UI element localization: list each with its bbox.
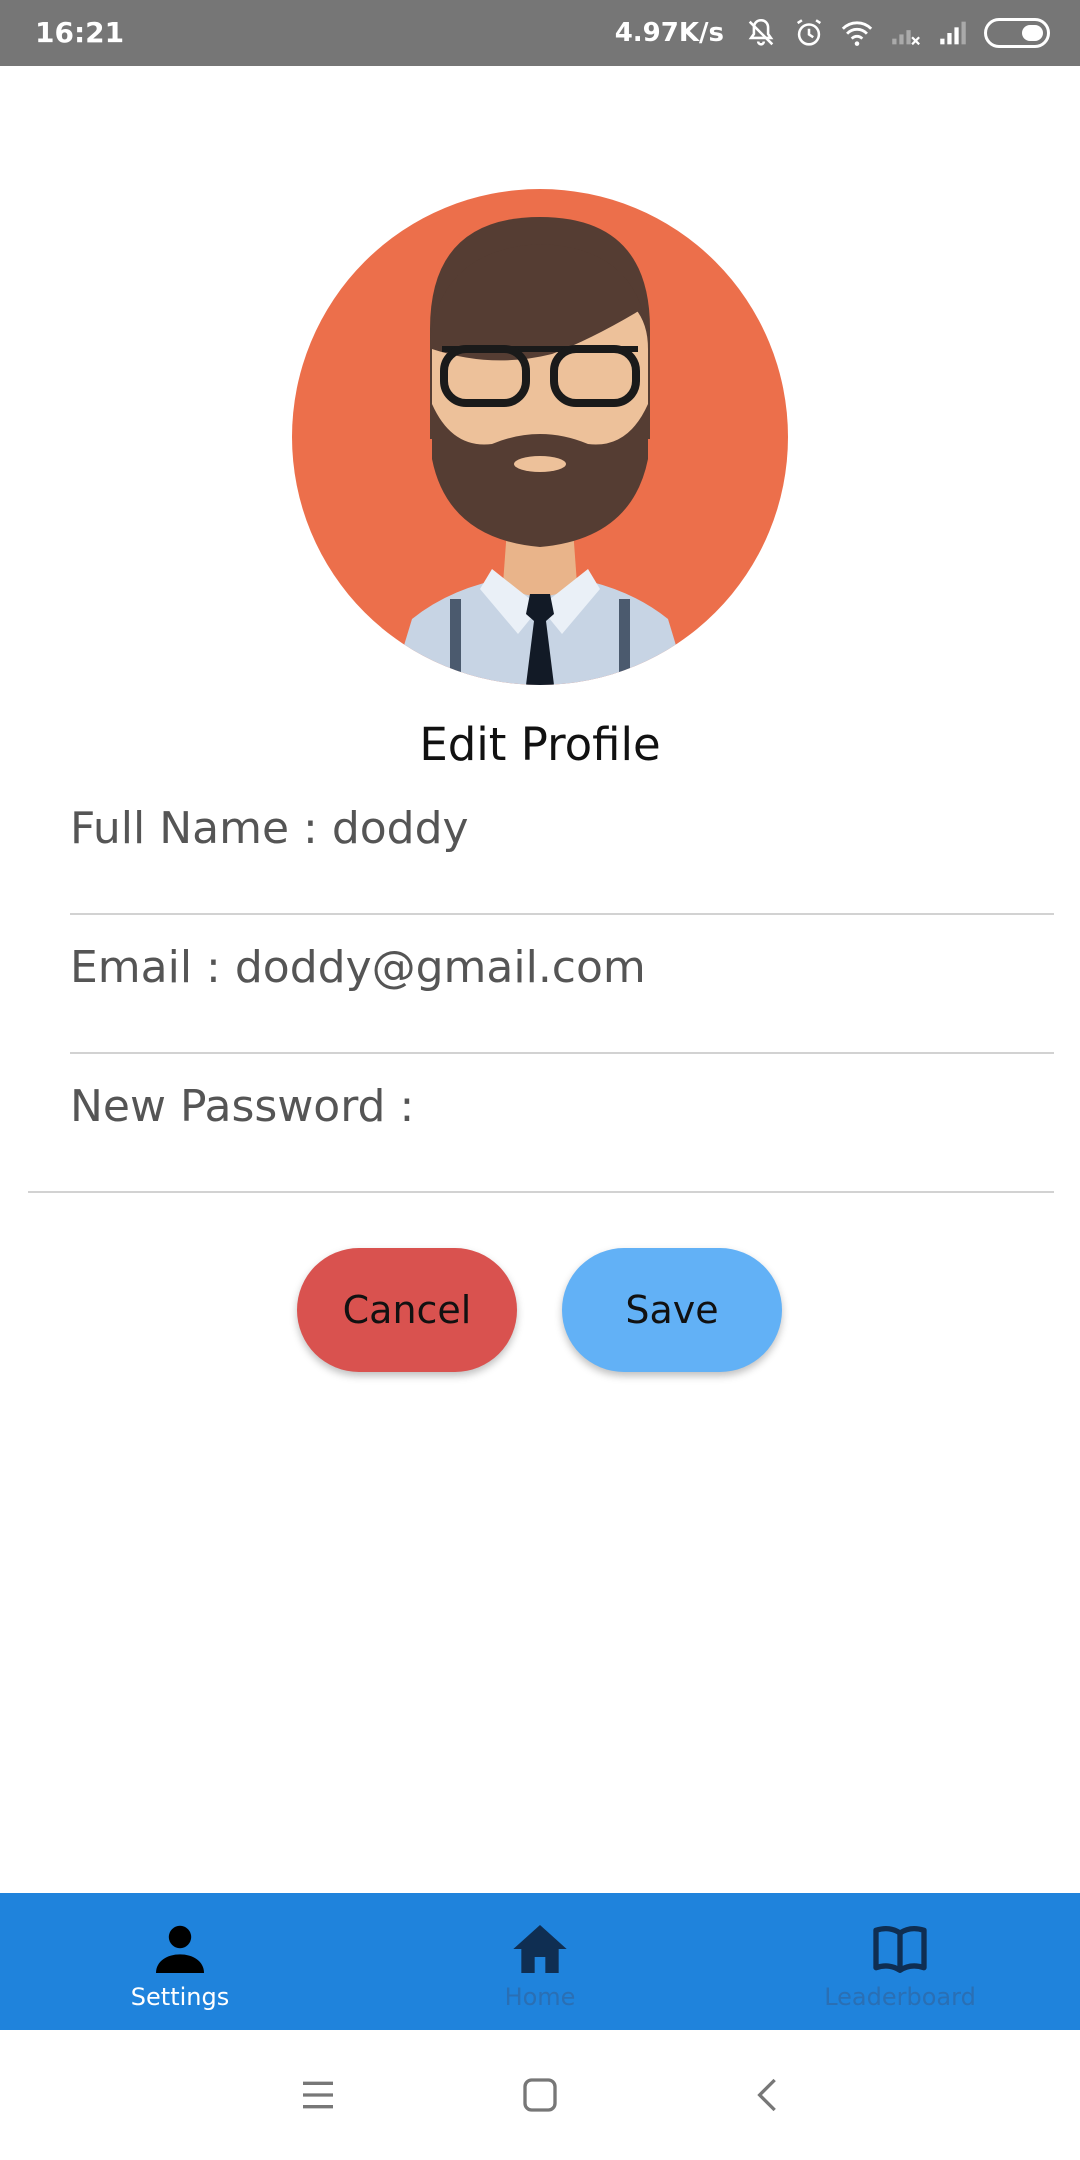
home-square-icon[interactable] — [520, 2075, 560, 2115]
page-title: Edit Profile — [419, 718, 661, 771]
signal-icon — [940, 21, 966, 45]
email-field[interactable]: Email : doddy@gmail.com — [0, 914, 1080, 1054]
wifi-icon — [841, 21, 873, 46]
system-navigation-bar — [0, 2030, 1080, 2160]
nav-label-home: Home — [504, 1983, 576, 2011]
new-password-label: New Password : — [70, 1081, 415, 1132]
battery-level — [1022, 25, 1043, 41]
book-icon — [873, 1925, 927, 1973]
person-icon — [156, 1925, 204, 1973]
email-value: Email : doddy@gmail.com — [70, 942, 646, 993]
full-name-field[interactable]: Full Name : doddy — [0, 775, 1080, 915]
save-button[interactable]: Save — [562, 1248, 782, 1372]
home-icon — [513, 1925, 567, 1973]
status-time: 16:21 — [35, 16, 125, 49]
bell-off-icon — [748, 18, 774, 46]
mouth — [514, 456, 566, 472]
back-icon[interactable] — [748, 2075, 788, 2115]
status-icons: 4.97K/s — [615, 12, 1050, 54]
avatar[interactable] — [292, 189, 788, 685]
field-underline — [28, 1191, 1054, 1193]
nav-label-leaderboard: Leaderboard — [824, 1983, 976, 2011]
nav-label-settings: Settings — [130, 1983, 230, 2011]
new-password-field[interactable]: New Password : — [0, 1053, 1080, 1193]
full-name-value: Full Name : doddy — [70, 803, 469, 854]
menu-icon[interactable] — [298, 2075, 338, 2115]
suspender-left — [450, 599, 461, 685]
suspender-right — [619, 599, 630, 685]
cancel-button[interactable]: Cancel — [297, 1248, 517, 1372]
battery-icon — [984, 18, 1050, 48]
bottom-navigation: Settings Home Leaderboard — [0, 1893, 1080, 2030]
nav-item-leaderboard[interactable]: Leaderboard — [720, 1893, 1080, 2030]
signal-off-icon — [892, 30, 920, 46]
nav-item-home[interactable]: Home — [360, 1893, 720, 2030]
status-bar: 16:21 4.97K/s — [0, 0, 1080, 66]
nav-item-settings[interactable]: Settings — [0, 1893, 360, 2030]
network-speed: 4.97K/s — [614, 18, 724, 48]
alarm-icon — [796, 19, 822, 46]
